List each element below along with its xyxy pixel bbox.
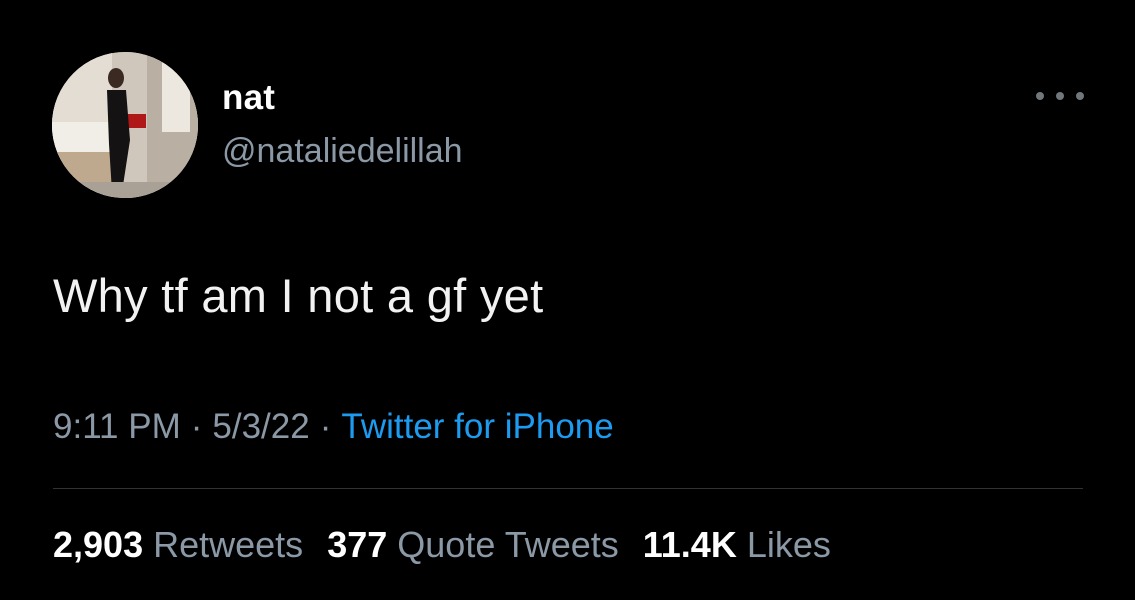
avatar[interactable] [52, 52, 198, 198]
tweet-date[interactable]: 5/3/22 [212, 407, 309, 446]
tweet-text: Why tf am I not a gf yet [53, 269, 544, 322]
tweet-stats: 2,903 Retweets 377 Quote Tweets 11.4K Like… [53, 524, 831, 566]
retweets-count: 2,903 [53, 524, 144, 565]
tweet-meta: 9:11 PM · 5/3/22 · Twitter for iPhone [53, 407, 614, 447]
retweets-label: Retweets [153, 524, 304, 565]
meta-separator: · [190, 407, 203, 446]
likes-label: Likes [746, 524, 831, 565]
dot [1036, 92, 1044, 100]
likes-count: 11.4K [642, 524, 737, 565]
tweet-detail: nat @nataliedelillah Why tf am I not a g… [0, 0, 1135, 600]
tweet-source-link[interactable]: Twitter for iPhone [341, 407, 613, 446]
username-handle[interactable]: @nataliedelillah [222, 132, 463, 171]
display-name[interactable]: nat [222, 78, 275, 118]
quote-tweets-stat[interactable]: 377 Quote Tweets [327, 524, 619, 565]
likes-stat[interactable]: 11.4K Likes [643, 524, 831, 565]
divider [53, 488, 1083, 489]
tweet-time[interactable]: 9:11 PM [53, 407, 181, 446]
quote-tweets-label: Quote Tweets [397, 524, 619, 565]
dot [1076, 92, 1084, 100]
dot [1056, 92, 1064, 100]
avatar-photo [52, 52, 198, 198]
meta-separator: · [319, 407, 332, 446]
quote-tweets-count: 377 [327, 524, 388, 565]
more-horizontal-icon[interactable] [1036, 84, 1084, 108]
retweets-stat[interactable]: 2,903 Retweets [53, 524, 303, 565]
